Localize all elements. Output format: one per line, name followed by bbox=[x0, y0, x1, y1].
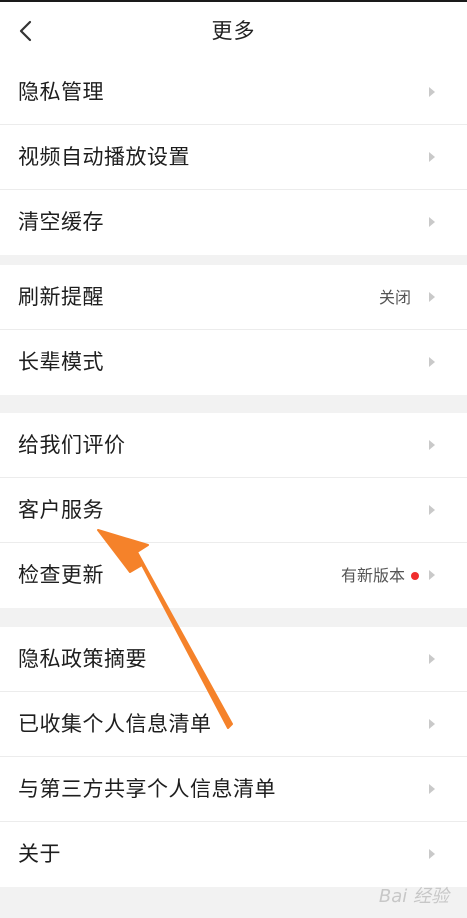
settings-group-privacy: 隐私政策摘要 已收集个人信息清单 与第三方共享个人信息清单 关于 bbox=[0, 627, 467, 887]
settings-item-value: 关闭 bbox=[378, 288, 411, 307]
settings-item-label: 客户服务 bbox=[18, 498, 104, 522]
page-title: 更多 bbox=[211, 19, 256, 43]
chevron-right-icon bbox=[429, 357, 435, 367]
settings-item-label: 给我们评价 bbox=[18, 433, 126, 457]
settings-item-privacy-management[interactable]: 隐私管理 bbox=[0, 60, 467, 125]
settings-item-collected-info-list[interactable]: 已收集个人信息清单 bbox=[0, 692, 467, 757]
chevron-right-icon bbox=[429, 719, 435, 729]
settings-item-label: 隐私政策摘要 bbox=[18, 647, 147, 671]
settings-more-page: 更多 隐私管理 视频自动播放设置 清空缓存 刷新提醒 关闭 长辈模式 给我们评价… bbox=[0, 0, 467, 918]
settings-group-support: 给我们评价 客户服务 检查更新 有新版本 bbox=[0, 413, 467, 608]
settings-item-label: 检查更新 bbox=[18, 563, 104, 587]
settings-item-about[interactable]: 关于 bbox=[0, 822, 467, 887]
settings-item-value: 有新版本 bbox=[340, 566, 405, 585]
settings-item-label: 视频自动播放设置 bbox=[18, 145, 190, 169]
settings-item-elder-mode[interactable]: 长辈模式 bbox=[0, 330, 467, 395]
settings-item-refresh-reminder[interactable]: 刷新提醒 关闭 bbox=[0, 265, 467, 330]
watermark-logo: Bai 经验 bbox=[378, 886, 449, 907]
chevron-right-icon bbox=[429, 87, 435, 97]
settings-item-label: 隐私管理 bbox=[18, 80, 104, 104]
chevron-right-icon bbox=[429, 217, 435, 227]
settings-item-customer-service[interactable]: 客户服务 bbox=[0, 478, 467, 543]
settings-item-privacy-policy-summary[interactable]: 隐私政策摘要 bbox=[0, 627, 467, 692]
settings-item-label: 刷新提醒 bbox=[18, 285, 104, 309]
chevron-right-icon bbox=[429, 570, 435, 580]
settings-item-clear-cache[interactable]: 清空缓存 bbox=[0, 190, 467, 255]
chevron-right-icon bbox=[429, 292, 435, 302]
chevron-right-icon bbox=[429, 505, 435, 515]
settings-item-label: 清空缓存 bbox=[18, 210, 104, 234]
settings-item-rate-us[interactable]: 给我们评价 bbox=[0, 413, 467, 478]
top-nav-bar: 更多 bbox=[0, 2, 467, 60]
settings-item-label: 已收集个人信息清单 bbox=[18, 712, 212, 736]
settings-item-label: 关于 bbox=[18, 842, 61, 866]
chevron-right-icon bbox=[429, 152, 435, 162]
chevron-right-icon bbox=[429, 440, 435, 450]
settings-item-label: 长辈模式 bbox=[18, 350, 104, 374]
settings-item-third-party-info-list[interactable]: 与第三方共享个人信息清单 bbox=[0, 757, 467, 822]
settings-group-refresh: 刷新提醒 关闭 长辈模式 bbox=[0, 265, 467, 395]
settings-item-label: 与第三方共享个人信息清单 bbox=[18, 777, 276, 801]
chevron-right-icon bbox=[429, 784, 435, 794]
settings-group-general: 隐私管理 视频自动播放设置 清空缓存 bbox=[0, 60, 467, 255]
new-version-badge bbox=[411, 572, 419, 580]
chevron-right-icon bbox=[429, 654, 435, 664]
chevron-right-icon bbox=[429, 849, 435, 859]
settings-item-video-autoplay[interactable]: 视频自动播放设置 bbox=[0, 125, 467, 190]
settings-item-check-update[interactable]: 检查更新 有新版本 bbox=[0, 543, 467, 608]
